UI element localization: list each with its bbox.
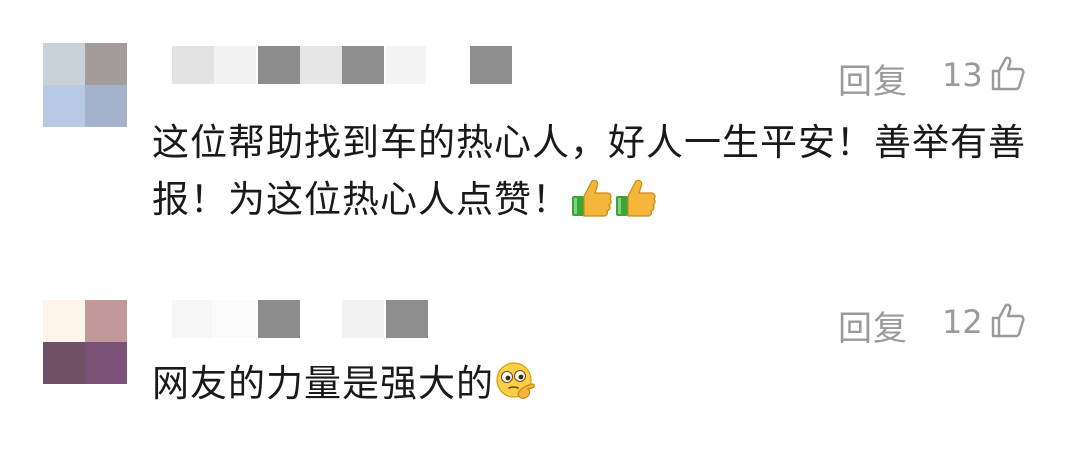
like-thumb-icon[interactable] [990, 54, 1026, 92]
avatar[interactable] [43, 300, 127, 384]
comment-item: 回复 13 这位帮助找到车的热心人，好人一生平安！善举有善 报！为这位热心人点赞… [0, 0, 1080, 260]
comment-item: 回复 12 网友的力量是强大的 [0, 260, 1080, 449]
thinking-face-emoji [496, 361, 535, 399]
thumbs-up-emoji [616, 179, 656, 217]
comment-text-line: 网友的力量是强大的 [152, 354, 538, 413]
comment-text: 网友的力量是强大的 [152, 362, 494, 405]
comment-text: 报！为这位热心人点赞！ [152, 178, 570, 221]
thumbs-up-emoji [572, 179, 612, 217]
like-count: 12 [942, 303, 983, 341]
comment-text-line: 报！为这位热心人点赞！ [152, 170, 658, 229]
comment-text-line: 这位帮助找到车的热心人，好人一生平安！善举有善 [152, 121, 1026, 164]
like-thumb-icon[interactable] [990, 301, 1026, 339]
avatar[interactable] [43, 43, 127, 127]
username-blurred[interactable] [172, 300, 442, 338]
reply-button[interactable]: 回复 [838, 301, 908, 350]
reply-button[interactable]: 回复 [838, 54, 908, 103]
like-count: 13 [942, 56, 983, 94]
username-blurred[interactable] [172, 46, 532, 84]
